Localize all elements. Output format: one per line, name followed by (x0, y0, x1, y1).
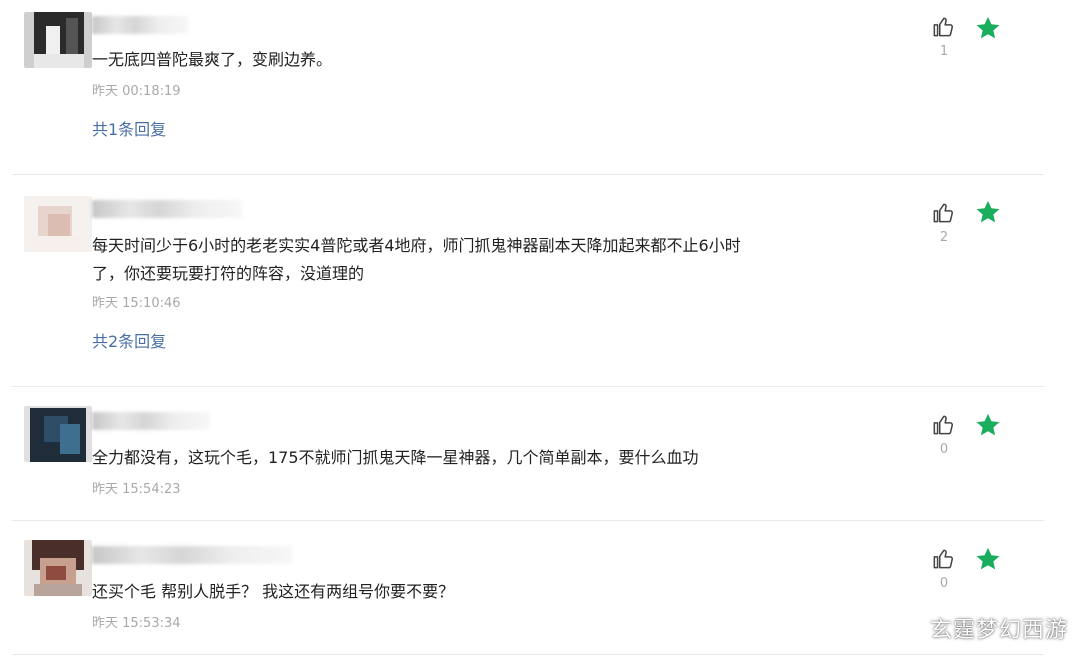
avatar[interactable] (24, 406, 92, 462)
divider (12, 654, 1044, 655)
comment-text: 每天时间少于6小时的老老实实4普陀或者4地府，师门抓鬼神器副本天降加起来都不止6… (92, 236, 741, 283)
username-blurred (92, 200, 242, 218)
view-replies-link[interactable]: 共2条回复 (92, 328, 166, 352)
star-icon[interactable] (974, 545, 1002, 573)
comment-time: 昨天 15:53:34 (92, 616, 181, 631)
like-count: 1 (939, 44, 949, 59)
comment-time: 昨天 15:10:46 (92, 296, 181, 311)
comment-text: 全力都没有，这玩个毛，175不就师门抓鬼天降一星神器，几个简单副本，要什么血功 (92, 448, 699, 467)
divider (12, 386, 1044, 387)
username-blurred (92, 16, 188, 34)
username-blurred (92, 412, 210, 430)
thumbs-up-icon[interactable] (930, 546, 956, 572)
thumbs-up-icon[interactable] (930, 14, 956, 40)
avatar[interactable] (24, 196, 92, 252)
comment-time: 昨天 15:54:23 (92, 482, 181, 497)
comment-time: 昨天 00:18:19 (92, 84, 181, 99)
avatar[interactable] (24, 12, 92, 68)
view-replies-link[interactable]: 共1条回复 (92, 116, 166, 140)
star-icon[interactable] (974, 14, 1002, 42)
username-blurred (92, 546, 292, 564)
like-count: 0 (939, 442, 949, 457)
thumbs-up-icon[interactable] (930, 412, 956, 438)
like-count: 2 (939, 230, 949, 245)
comment-text: 一无底四普陀最爽了，变刷边养。 (92, 50, 333, 69)
divider (12, 174, 1044, 175)
star-icon[interactable] (974, 411, 1002, 439)
divider (12, 520, 1044, 521)
watermark-text: 玄霆梦幻西游 (929, 618, 1068, 643)
like-count: 0 (939, 576, 949, 591)
star-icon[interactable] (974, 198, 1002, 226)
comment-text: 还买个毛 帮别人脱手？ 我这还有两组号你要不要？ (92, 582, 455, 601)
thumbs-up-icon[interactable] (930, 200, 956, 226)
avatar[interactable] (24, 540, 92, 596)
